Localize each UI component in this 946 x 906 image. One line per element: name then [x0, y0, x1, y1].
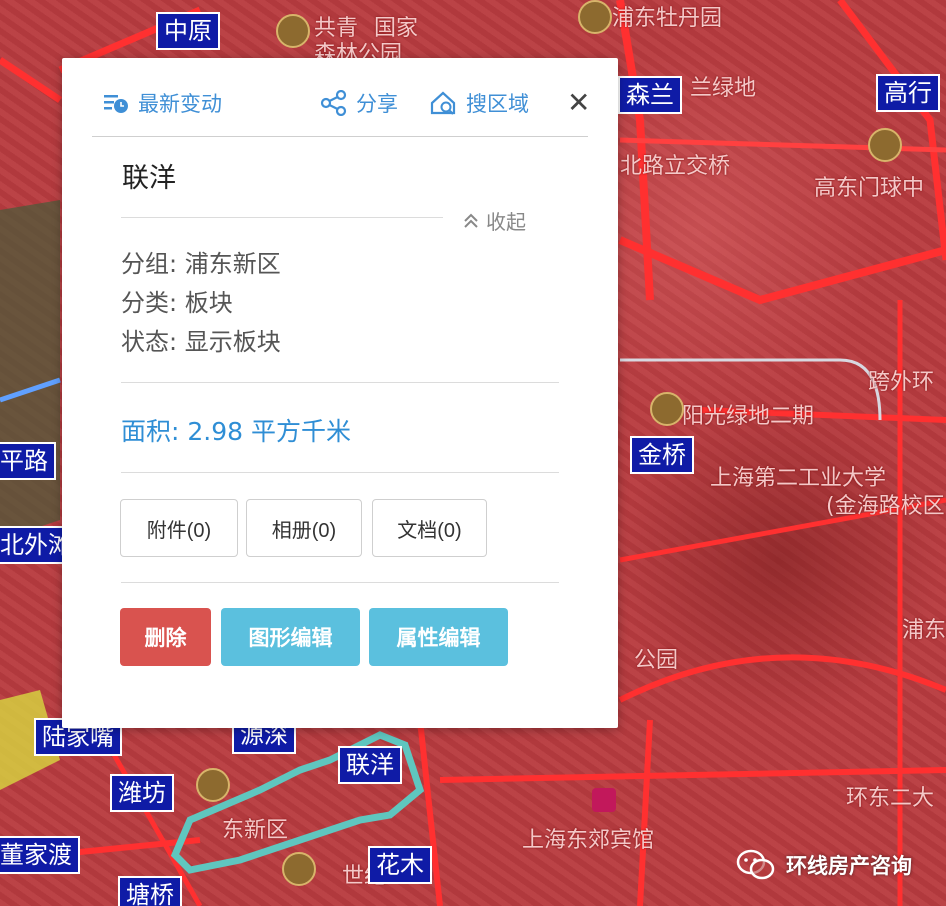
delete-button[interactable]: 删除	[120, 608, 211, 666]
poi-hotel-icon[interactable]	[592, 788, 616, 812]
edit-attributes-button[interactable]: 属性编辑	[369, 608, 508, 666]
share-button[interactable]: 分享	[320, 88, 398, 118]
map-place-text: 北路立交桥	[620, 154, 731, 179]
attribute-value: 板块	[184, 289, 233, 317]
attributes-divider	[121, 382, 559, 383]
album-button[interactable]: 相册(0)	[246, 499, 362, 557]
poi-park-icon[interactable]	[276, 14, 310, 48]
district-label-senlan[interactable]: 森兰	[618, 76, 682, 114]
feature-info-popup: 最新变动 分享 搜区域 ✕ 联洋 收起 分组: 浦东新区 分类: 板块 状态: …	[62, 58, 618, 728]
documents-button[interactable]: 文档(0)	[372, 499, 487, 557]
attribute-status: 状态: 显示板块	[121, 322, 281, 357]
district-label-lianyang[interactable]: 联洋	[338, 746, 402, 784]
collapse-label: 收起	[486, 210, 526, 234]
chevron-up-double-icon	[464, 213, 478, 228]
map-place-text: 兰绿地	[690, 76, 757, 101]
poi-sports-icon[interactable]	[868, 128, 902, 162]
attachments-button[interactable]: 附件(0)	[120, 499, 238, 557]
district-label-zhongyuan[interactable]: 中原	[156, 12, 220, 50]
map-place-text: 东新区	[222, 818, 289, 843]
area-readout: 面积: 2.98 平方千米	[121, 412, 351, 448]
map-place-text: (金海路校区	[826, 494, 945, 519]
search-area-icon	[430, 91, 456, 115]
poi-park-icon[interactable]	[282, 852, 316, 886]
map-place-text: 跨外环	[868, 370, 935, 395]
map-place-text: 国家	[374, 16, 419, 41]
latest-changes-label: 最新变动	[138, 92, 222, 116]
watermark-text: 环线房产咨询	[786, 854, 912, 878]
district-label-dongjiadu[interactable]: 董家渡	[0, 836, 80, 874]
feature-title: 联洋	[122, 163, 176, 194]
district-label-tangqiao[interactable]: 塘桥	[118, 876, 182, 906]
attribute-value: 浦东新区	[184, 250, 281, 278]
toolbar-divider	[92, 136, 588, 137]
district-label-weifang[interactable]: 潍坊	[110, 774, 174, 812]
close-icon[interactable]: ✕	[567, 88, 590, 118]
district-label-gaohang[interactable]: 高行	[876, 74, 940, 112]
attribute-label: 分类:	[121, 289, 178, 317]
watermark: 环线房产咨询	[736, 848, 912, 882]
attribute-label: 状态:	[121, 328, 178, 356]
map-place-text: 公园	[634, 648, 679, 673]
area-divider	[121, 472, 559, 473]
history-list-icon	[104, 95, 128, 113]
attribute-value: 显示板块	[184, 328, 281, 356]
map-place-text: 浦东	[902, 618, 946, 643]
poi-park-icon[interactable]	[578, 0, 612, 34]
search-area-button[interactable]: 搜区域	[428, 88, 529, 118]
wechat-icon	[736, 849, 775, 880]
share-label: 分享	[356, 92, 398, 116]
attribute-label: 分组:	[121, 250, 178, 278]
poi-park-icon[interactable]	[196, 768, 230, 802]
edit-shape-button[interactable]: 图形编辑	[221, 608, 360, 666]
map-place-text: 阳光绿地二期	[682, 404, 815, 429]
district-label-jinqiao[interactable]: 金桥	[630, 436, 694, 474]
map-place-text: 环东二大	[846, 786, 935, 811]
district-label-huamu[interactable]: 花木	[368, 846, 432, 884]
map-place-text: 高东门球中	[814, 176, 925, 201]
share-icon	[320, 90, 347, 116]
collapse-button[interactable]: 收起	[462, 206, 526, 235]
attribute-group: 分组: 浦东新区	[121, 244, 281, 279]
latest-changes-button[interactable]: 最新变动	[102, 88, 222, 118]
area-label: 面积:	[121, 417, 180, 446]
district-label-pinglu[interactable]: 平路	[0, 442, 56, 480]
map-place-text: 浦东牡丹园	[612, 6, 723, 31]
buttons-divider	[121, 582, 559, 583]
search-area-label: 搜区域	[466, 92, 529, 116]
title-divider	[121, 217, 443, 218]
poi-park-icon[interactable]	[650, 392, 684, 426]
map-place-text: 上海东郊宾馆	[522, 828, 655, 853]
area-value: 2.98 平方千米	[187, 417, 352, 446]
attribute-category: 分类: 板块	[121, 283, 233, 318]
